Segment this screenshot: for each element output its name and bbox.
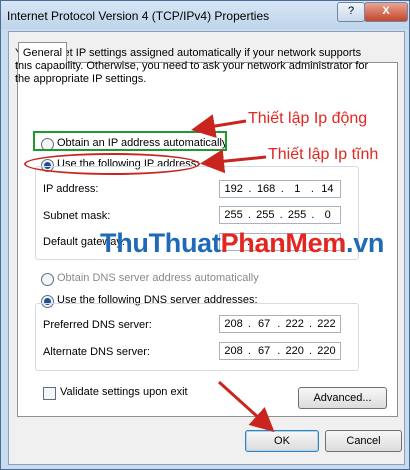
annotation-dynamic-ip: Thiết lập Ip động (248, 110, 368, 127)
watermark: ThuThuatPhanMem.vn (100, 228, 385, 258)
ip-address-field[interactable]: 192. 168. 1. 14 (219, 180, 341, 198)
dns-settings-group (35, 303, 359, 371)
static-ip-highlight-oval (24, 153, 200, 175)
advanced-button[interactable]: Advanced... (298, 387, 387, 409)
tab-general[interactable]: General (18, 42, 67, 63)
preferred-dns-field[interactable]: 208. 67. 222. 222 (219, 315, 341, 333)
subnet-mask-label: Subnet mask: (43, 210, 111, 222)
annotation-static-ip: Thiết lập Ip tĩnh (268, 146, 379, 163)
ok-button[interactable]: OK (245, 430, 319, 452)
cancel-button[interactable]: Cancel (325, 430, 402, 452)
close-button[interactable]: X (364, 2, 408, 22)
validate-settings-checkbox[interactable] (43, 387, 56, 400)
ip-address-label: IP address: (43, 183, 99, 195)
dynamic-ip-highlight-box (33, 131, 227, 151)
alternate-dns-field[interactable]: 208. 67. 220. 220 (219, 342, 341, 360)
obtain-dns-auto-label[interactable]: Obtain DNS server address automatically (57, 272, 259, 284)
obtain-dns-auto-radio[interactable] (41, 273, 54, 286)
help-button[interactable]: ? (337, 2, 365, 22)
validate-settings-label[interactable]: Validate settings upon exit (60, 386, 188, 398)
window-title: Internet Protocol Version 4 (TCP/IPv4) P… (7, 9, 270, 23)
title-bar[interactable]: Internet Protocol Version 4 (TCP/IPv4) P… (1, 1, 409, 29)
alternate-dns-label: Alternate DNS server: (43, 346, 150, 358)
preferred-dns-label: Preferred DNS server: (43, 319, 152, 331)
subnet-mask-field[interactable]: 255. 255. 255. 0 (219, 206, 341, 224)
description-text: You can get IP settings assigned automat… (15, 47, 369, 85)
